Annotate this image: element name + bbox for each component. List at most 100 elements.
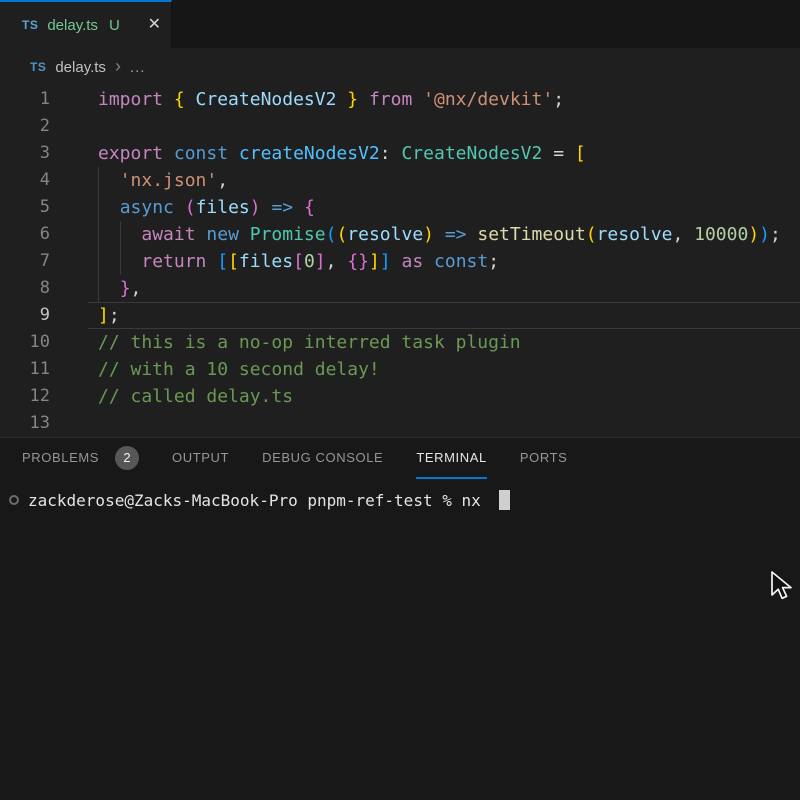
code-text: ];: [98, 302, 120, 329]
code-line[interactable]: 9];: [0, 302, 800, 329]
code-token: return: [141, 251, 217, 272]
code-token: CreateNodesV2: [401, 143, 553, 164]
code-line[interactable]: 2: [0, 113, 800, 140]
code-token: '@nx/devkit': [423, 89, 553, 110]
code-line[interactable]: 6 await new Promise((resolve) => setTime…: [0, 221, 800, 248]
code-token: ,: [326, 251, 348, 272]
code-line[interactable]: 7 return [[files[0], {}]] as const;: [0, 248, 800, 275]
code-line[interactable]: 12// called delay.ts: [0, 383, 800, 410]
breadcrumb-symbol-more[interactable]: ...: [130, 59, 146, 76]
code-token: [98, 170, 120, 191]
line-number: 11: [0, 356, 50, 383]
terminal-prompt-text: zackderose@Zacks-MacBook-Pro pnpm-ref-te…: [28, 491, 481, 510]
code-token: ;: [109, 305, 120, 326]
code-token: ]: [380, 251, 402, 272]
code-token: [98, 251, 141, 272]
code-token: [: [293, 251, 304, 272]
code-token: const: [174, 143, 239, 164]
line-number: 2: [0, 113, 50, 140]
panel-tab-label: PROBLEMS: [22, 450, 99, 465]
line-number: 9: [0, 302, 50, 329]
code-token: export: [98, 143, 174, 164]
code-token: ,: [672, 224, 694, 245]
panel-tab-terminal[interactable]: TERMINAL: [416, 438, 487, 479]
code-token: setTimeout: [477, 224, 585, 245]
code-line[interactable]: 3 export const createNodesV2: CreateNodes…: [0, 140, 800, 167]
code-token: ): [759, 224, 770, 245]
panel-tab-label: OUTPUT: [172, 450, 229, 465]
code-token: ): [748, 224, 759, 245]
panel-tab-ports[interactable]: PORTS: [520, 438, 568, 479]
code-token: ,: [217, 170, 228, 191]
panel-tab-problems[interactable]: PROBLEMS 2: [22, 438, 139, 479]
breadcrumb-file[interactable]: delay.ts: [55, 59, 106, 76]
git-status-badge: U: [109, 17, 120, 34]
code-token: ): [423, 224, 445, 245]
editor-tab-bar: TS delay.ts U ✕: [0, 0, 800, 48]
code-token: [98, 224, 141, 245]
chevron-right-icon: ›: [115, 57, 121, 78]
code-token: // with a 10 second delay!: [98, 359, 380, 380]
panel-tab-bar: PROBLEMS 2 OUTPUT DEBUG CONSOLE TERMINAL…: [0, 438, 800, 479]
breadcrumb: TS delay.ts › ...: [0, 48, 800, 86]
code-token: ]: [315, 251, 326, 272]
code-text: import { CreateNodesV2 } from '@nx/devki…: [98, 86, 564, 113]
code-token: {}: [347, 251, 369, 272]
panel-tab-output[interactable]: OUTPUT: [172, 438, 229, 479]
code-token: from: [369, 89, 423, 110]
line-number: 5: [0, 194, 50, 221]
code-token: {: [304, 197, 315, 218]
code-token: [: [575, 143, 586, 164]
terminal[interactable]: zackderose@Zacks-MacBook-Pro pnpm-ref-te…: [0, 479, 800, 512]
bottom-panel: PROBLEMS 2 OUTPUT DEBUG CONSOLE TERMINAL…: [0, 437, 800, 800]
code-token: [98, 197, 120, 218]
line-number: 10: [0, 329, 50, 356]
code-lines: 1import { CreateNodesV2 } from '@nx/devk…: [0, 86, 800, 437]
code-token: files: [196, 197, 250, 218]
terminal-prompt-row: zackderose@Zacks-MacBook-Pro pnpm-ref-te…: [9, 488, 800, 512]
line-number: 3: [0, 140, 50, 167]
line-number: 6: [0, 221, 50, 248]
code-token: =>: [271, 197, 304, 218]
code-token: // called delay.ts: [98, 386, 293, 407]
code-token: // this is a no-op interred task plugin: [98, 332, 521, 353]
code-token: ): [250, 197, 272, 218]
code-token: =: [553, 143, 575, 164]
code-line[interactable]: 1import { CreateNodesV2 } from '@nx/devk…: [0, 86, 800, 113]
problems-count-badge: 2: [115, 446, 139, 470]
code-token: const: [434, 251, 488, 272]
code-line[interactable]: 13: [0, 410, 800, 437]
code-text: // with a 10 second delay!: [98, 356, 380, 383]
code-line[interactable]: 11 // with a 10 second delay!: [0, 356, 800, 383]
tab-delay-ts[interactable]: TS delay.ts U ✕: [0, 0, 172, 48]
code-token: async: [120, 197, 185, 218]
code-token: (: [185, 197, 196, 218]
code-token: as: [402, 251, 435, 272]
code-line[interactable]: 5 async (files) => {: [0, 194, 800, 221]
close-icon[interactable]: ✕: [148, 17, 161, 33]
typescript-file-icon: TS: [30, 60, 46, 74]
code-token: ]: [369, 251, 380, 272]
code-token: 0: [304, 251, 315, 272]
code-line[interactable]: 4 'nx.json',: [0, 167, 800, 194]
line-number: 4: [0, 167, 50, 194]
code-text: 'nx.json',: [98, 167, 228, 194]
code-token: new: [206, 224, 249, 245]
code-token: (: [336, 224, 347, 245]
line-number: 7: [0, 248, 50, 275]
code-text: },: [98, 275, 141, 302]
code-token: createNodesV2: [239, 143, 380, 164]
code-text: export const createNodesV2: CreateNodesV…: [98, 140, 586, 167]
code-token: [: [217, 251, 228, 272]
code-line[interactable]: 10 // this is a no-op interred task plugi…: [0, 329, 800, 356]
code-token: (: [586, 224, 597, 245]
panel-tab-debug-console[interactable]: DEBUG CONSOLE: [262, 438, 383, 479]
code-text: return [[files[0], {}]] as const;: [98, 248, 499, 275]
code-token: resolve: [347, 224, 423, 245]
code-editor[interactable]: 1import { CreateNodesV2 } from '@nx/devk…: [0, 86, 800, 437]
code-token: CreateNodesV2: [196, 89, 348, 110]
code-line[interactable]: 8 },: [0, 275, 800, 302]
code-token: 'nx.json': [120, 170, 218, 191]
code-token: {: [174, 89, 196, 110]
code-token: ;: [770, 224, 781, 245]
